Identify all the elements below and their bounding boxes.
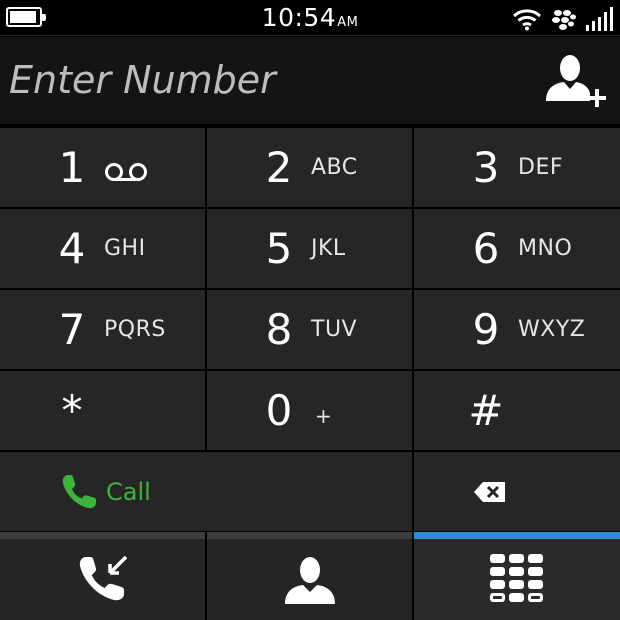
key-letters: ABC: [311, 155, 358, 180]
key-0[interactable]: 0 +: [207, 371, 412, 450]
phone-icon: [62, 474, 96, 508]
key-star[interactable]: *: [0, 371, 205, 450]
key-1[interactable]: 1: [0, 128, 205, 207]
blackberry-icon: [552, 10, 576, 30]
key-digit: 9: [472, 305, 500, 354]
key-hash[interactable]: #: [414, 371, 620, 450]
wifi-icon: [512, 9, 542, 31]
key-letters: +: [315, 403, 332, 428]
key-digit: 7: [58, 305, 86, 354]
key-digit: 6: [472, 224, 500, 273]
key-digit: 8: [265, 305, 293, 354]
key-letters: MNO: [518, 236, 573, 261]
key-3[interactable]: 3 DEF: [414, 128, 620, 207]
key-digit: 0: [265, 386, 293, 435]
key-digit: *: [61, 386, 83, 435]
bottom-nav: [0, 532, 620, 620]
status-bar: 10:54AM: [0, 0, 620, 36]
key-letters: PQRS: [104, 317, 166, 342]
key-letters: TUV: [311, 317, 358, 342]
key-9[interactable]: 9 WXYZ: [414, 290, 620, 369]
clock-time: 10:54: [261, 3, 337, 32]
key-digit: #: [468, 386, 504, 435]
dialpad-icon: [490, 553, 543, 602]
key-letters: GHI: [104, 236, 146, 261]
key-letters: WXYZ: [518, 317, 586, 342]
key-6[interactable]: 6 MNO: [414, 209, 620, 288]
number-input[interactable]: Enter Number: [9, 58, 276, 102]
voicemail-icon: [105, 162, 147, 181]
call-log-icon: [79, 555, 127, 600]
backspace-button[interactable]: [414, 452, 620, 531]
key-letters: DEF: [518, 155, 563, 180]
key-digit: 3: [472, 143, 500, 192]
status-icons: [512, 5, 614, 31]
key-4[interactable]: 4 GHI: [0, 209, 205, 288]
add-contact-icon[interactable]: [544, 51, 608, 115]
key-digit: 2: [265, 143, 293, 192]
tab-contacts[interactable]: [207, 532, 412, 620]
key-digit: 5: [265, 224, 293, 273]
key-5[interactable]: 5 JKL: [207, 209, 412, 288]
call-button[interactable]: Call: [0, 452, 412, 531]
backspace-icon: [474, 481, 505, 502]
tab-call-log[interactable]: [0, 532, 205, 620]
tab-dialpad[interactable]: [414, 532, 620, 620]
keypad: 1 2 ABC 3 DEF 4 GHI 5 JKL 6 MNO 7 PQRS 8…: [0, 128, 620, 531]
key-7[interactable]: 7 PQRS: [0, 290, 205, 369]
signal-icon: [586, 7, 613, 31]
contact-icon: [284, 556, 335, 604]
key-letters: JKL: [311, 236, 346, 261]
number-field[interactable]: Enter Number: [0, 37, 620, 126]
key-digit: 4: [58, 224, 86, 273]
key-digit: 1: [58, 143, 86, 192]
clock-ampm: AM: [337, 15, 359, 30]
key-2[interactable]: 2 ABC: [207, 128, 412, 207]
call-label: Call: [106, 477, 151, 506]
key-8[interactable]: 8 TUV: [207, 290, 412, 369]
